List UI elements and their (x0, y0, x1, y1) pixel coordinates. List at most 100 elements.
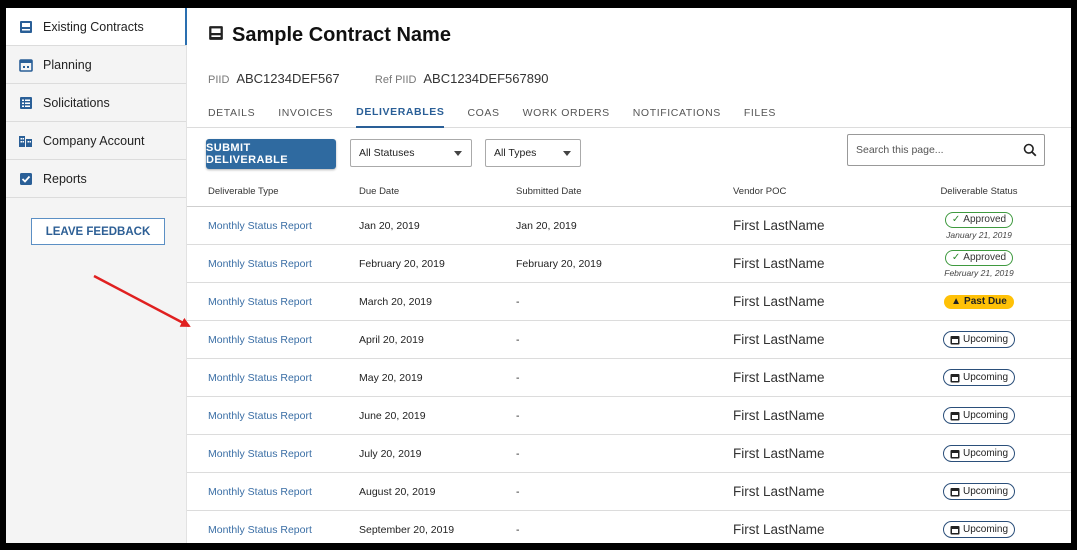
due-date: August 20, 2019 (359, 485, 436, 498)
leave-feedback-button[interactable]: LEAVE FEEDBACK (31, 218, 165, 245)
sidebar-item-solicitations[interactable]: Solicitations (6, 84, 186, 122)
tab-notifications[interactable]: NOTIFICATIONS (633, 98, 721, 128)
status-badge: Upcoming (942, 369, 1016, 386)
tab-details[interactable]: DETAILS (208, 98, 255, 128)
status-label: Upcoming (962, 410, 1009, 421)
submitted-date: - (516, 371, 520, 384)
deliverable-type-link[interactable]: Monthly Status Report (208, 258, 312, 270)
type-filter-select[interactable]: All Types (485, 139, 581, 167)
column-header-deliverable-status[interactable]: Deliverable Status (937, 186, 1021, 197)
chevron-down-icon (563, 151, 571, 156)
status-cell: Upcoming (937, 483, 1021, 500)
deliverable-type-link[interactable]: Monthly Status Report (208, 448, 312, 460)
due-date: Jan 20, 2019 (359, 219, 420, 232)
due-date: June 20, 2019 (359, 409, 426, 422)
deliverable-type-link[interactable]: Monthly Status Report (208, 372, 312, 384)
deliverable-type-link[interactable]: Monthly Status Report (208, 410, 312, 422)
status-label: Approved (963, 252, 1007, 263)
checkmark-icon: ✓ (951, 214, 961, 225)
sidebar-item-label: Planning (43, 57, 92, 72)
due-date: July 20, 2019 (359, 447, 422, 460)
column-header-deliverable-type[interactable]: Deliverable Type (208, 186, 279, 197)
search-input[interactable] (854, 143, 1018, 157)
page-title-text: Sample Contract Name (232, 24, 451, 46)
table-row: Monthly Status Report June 20, 2019 - Fi… (187, 397, 1071, 435)
status-label: Upcoming (962, 524, 1009, 535)
vendor-poc: First LastName (733, 332, 825, 347)
piid-value: ABC1234DEF567 (236, 71, 340, 86)
submit-deliverable-button[interactable]: SUBMIT DELIVERABLE (206, 139, 336, 169)
sidebar-item-label: Existing Contracts (43, 19, 144, 34)
piid-label: PIID (208, 74, 230, 86)
deliverable-type-link[interactable]: Monthly Status Report (208, 296, 312, 308)
tab-bar: DETAILS INVOICES DELIVERABLES COAS WORK … (187, 98, 1071, 128)
submitted-date: February 20, 2019 (516, 257, 602, 270)
sidebar-item-reports[interactable]: Reports (6, 160, 186, 198)
table-row: Monthly Status Report September 20, 2019… (187, 511, 1071, 543)
piid-row: PIID ABC1234DEF567 Ref PIID ABC1234DEF56… (208, 71, 548, 86)
table-row: Monthly Status Report May 20, 2019 - Fir… (187, 359, 1071, 397)
due-date: May 20, 2019 (359, 371, 423, 384)
status-filter-select[interactable]: All Statuses (350, 139, 472, 167)
status-date: January 21, 2019 (946, 229, 1012, 240)
calendar-icon (950, 335, 960, 345)
status-label: Upcoming (962, 334, 1009, 345)
warning-icon: ▲ (951, 296, 962, 307)
deliverable-type-link[interactable]: Monthly Status Report (208, 524, 312, 536)
table-row: Monthly Status Report February 20, 2019 … (187, 245, 1071, 283)
status-badge: ▲ Past Due (944, 294, 1014, 309)
sidebar-item-existing-contracts[interactable]: Existing Contracts (6, 8, 187, 46)
tab-deliverables[interactable]: DELIVERABLES (356, 98, 445, 128)
status-badge: ✓ Approved (944, 249, 1014, 266)
status-cell: Upcoming (937, 521, 1021, 538)
status-cell: ▲ Past Due (937, 294, 1021, 309)
submitted-date: - (516, 295, 520, 308)
vendor-poc: First LastName (733, 294, 825, 309)
status-badge: Upcoming (942, 483, 1016, 500)
chevron-down-icon (454, 151, 462, 156)
tab-work-orders[interactable]: WORK ORDERS (523, 98, 610, 128)
status-date: February 21, 2019 (944, 267, 1014, 278)
calendar-icon (18, 57, 33, 72)
deliverables-table: Deliverable Type Due Date Submitted Date… (187, 176, 1071, 543)
app-frame: Existing Contracts Planning Solicitation… (6, 8, 1071, 543)
ref-piid-value: ABC1234DEF567890 (423, 71, 549, 86)
table-row: Monthly Status Report August 20, 2019 - … (187, 473, 1071, 511)
status-badge: Upcoming (942, 331, 1016, 348)
due-date: February 20, 2019 (359, 257, 445, 270)
deliverable-type-link[interactable]: Monthly Status Report (208, 486, 312, 498)
status-cell: ✓ Approved January 21, 2019 (937, 211, 1021, 240)
sidebar-item-label: Reports (43, 171, 87, 186)
status-cell: Upcoming (937, 445, 1021, 462)
search-icon[interactable] (1023, 143, 1037, 162)
tab-files[interactable]: FILES (744, 98, 776, 128)
status-filter-value: All Statuses (359, 147, 415, 159)
table-header: Deliverable Type Due Date Submitted Date… (187, 176, 1071, 207)
status-label: Upcoming (962, 448, 1009, 459)
column-header-due-date[interactable]: Due Date (359, 186, 399, 197)
toolbar: SUBMIT DELIVERABLE All Statuses All Type… (206, 134, 1066, 171)
sidebar-item-label: Company Account (43, 133, 145, 148)
column-header-submitted-date[interactable]: Submitted Date (516, 186, 581, 197)
sidebar: Existing Contracts Planning Solicitation… (6, 8, 187, 543)
search-box (847, 134, 1045, 166)
submitted-date: - (516, 333, 520, 346)
submitted-date: Jan 20, 2019 (516, 219, 577, 232)
deliverable-type-link[interactable]: Monthly Status Report (208, 220, 312, 232)
calendar-icon (950, 449, 960, 459)
status-badge: Upcoming (942, 445, 1016, 462)
tab-coas[interactable]: COAS (467, 98, 499, 128)
submitted-date: - (516, 447, 520, 460)
deliverable-type-link[interactable]: Monthly Status Report (208, 334, 312, 346)
table-row: Monthly Status Report March 20, 2019 - F… (187, 283, 1071, 321)
type-filter-value: All Types (494, 147, 537, 159)
building-icon (18, 133, 33, 148)
due-date: September 20, 2019 (359, 523, 455, 536)
ref-piid-label: Ref PIID (374, 74, 417, 86)
status-label: Approved (963, 214, 1007, 225)
column-header-vendor-poc[interactable]: Vendor POC (733, 186, 786, 197)
sidebar-item-company-account[interactable]: Company Account (6, 122, 186, 160)
vendor-poc: First LastName (733, 218, 825, 233)
tab-invoices[interactable]: INVOICES (278, 98, 333, 128)
sidebar-item-planning[interactable]: Planning (6, 46, 186, 84)
